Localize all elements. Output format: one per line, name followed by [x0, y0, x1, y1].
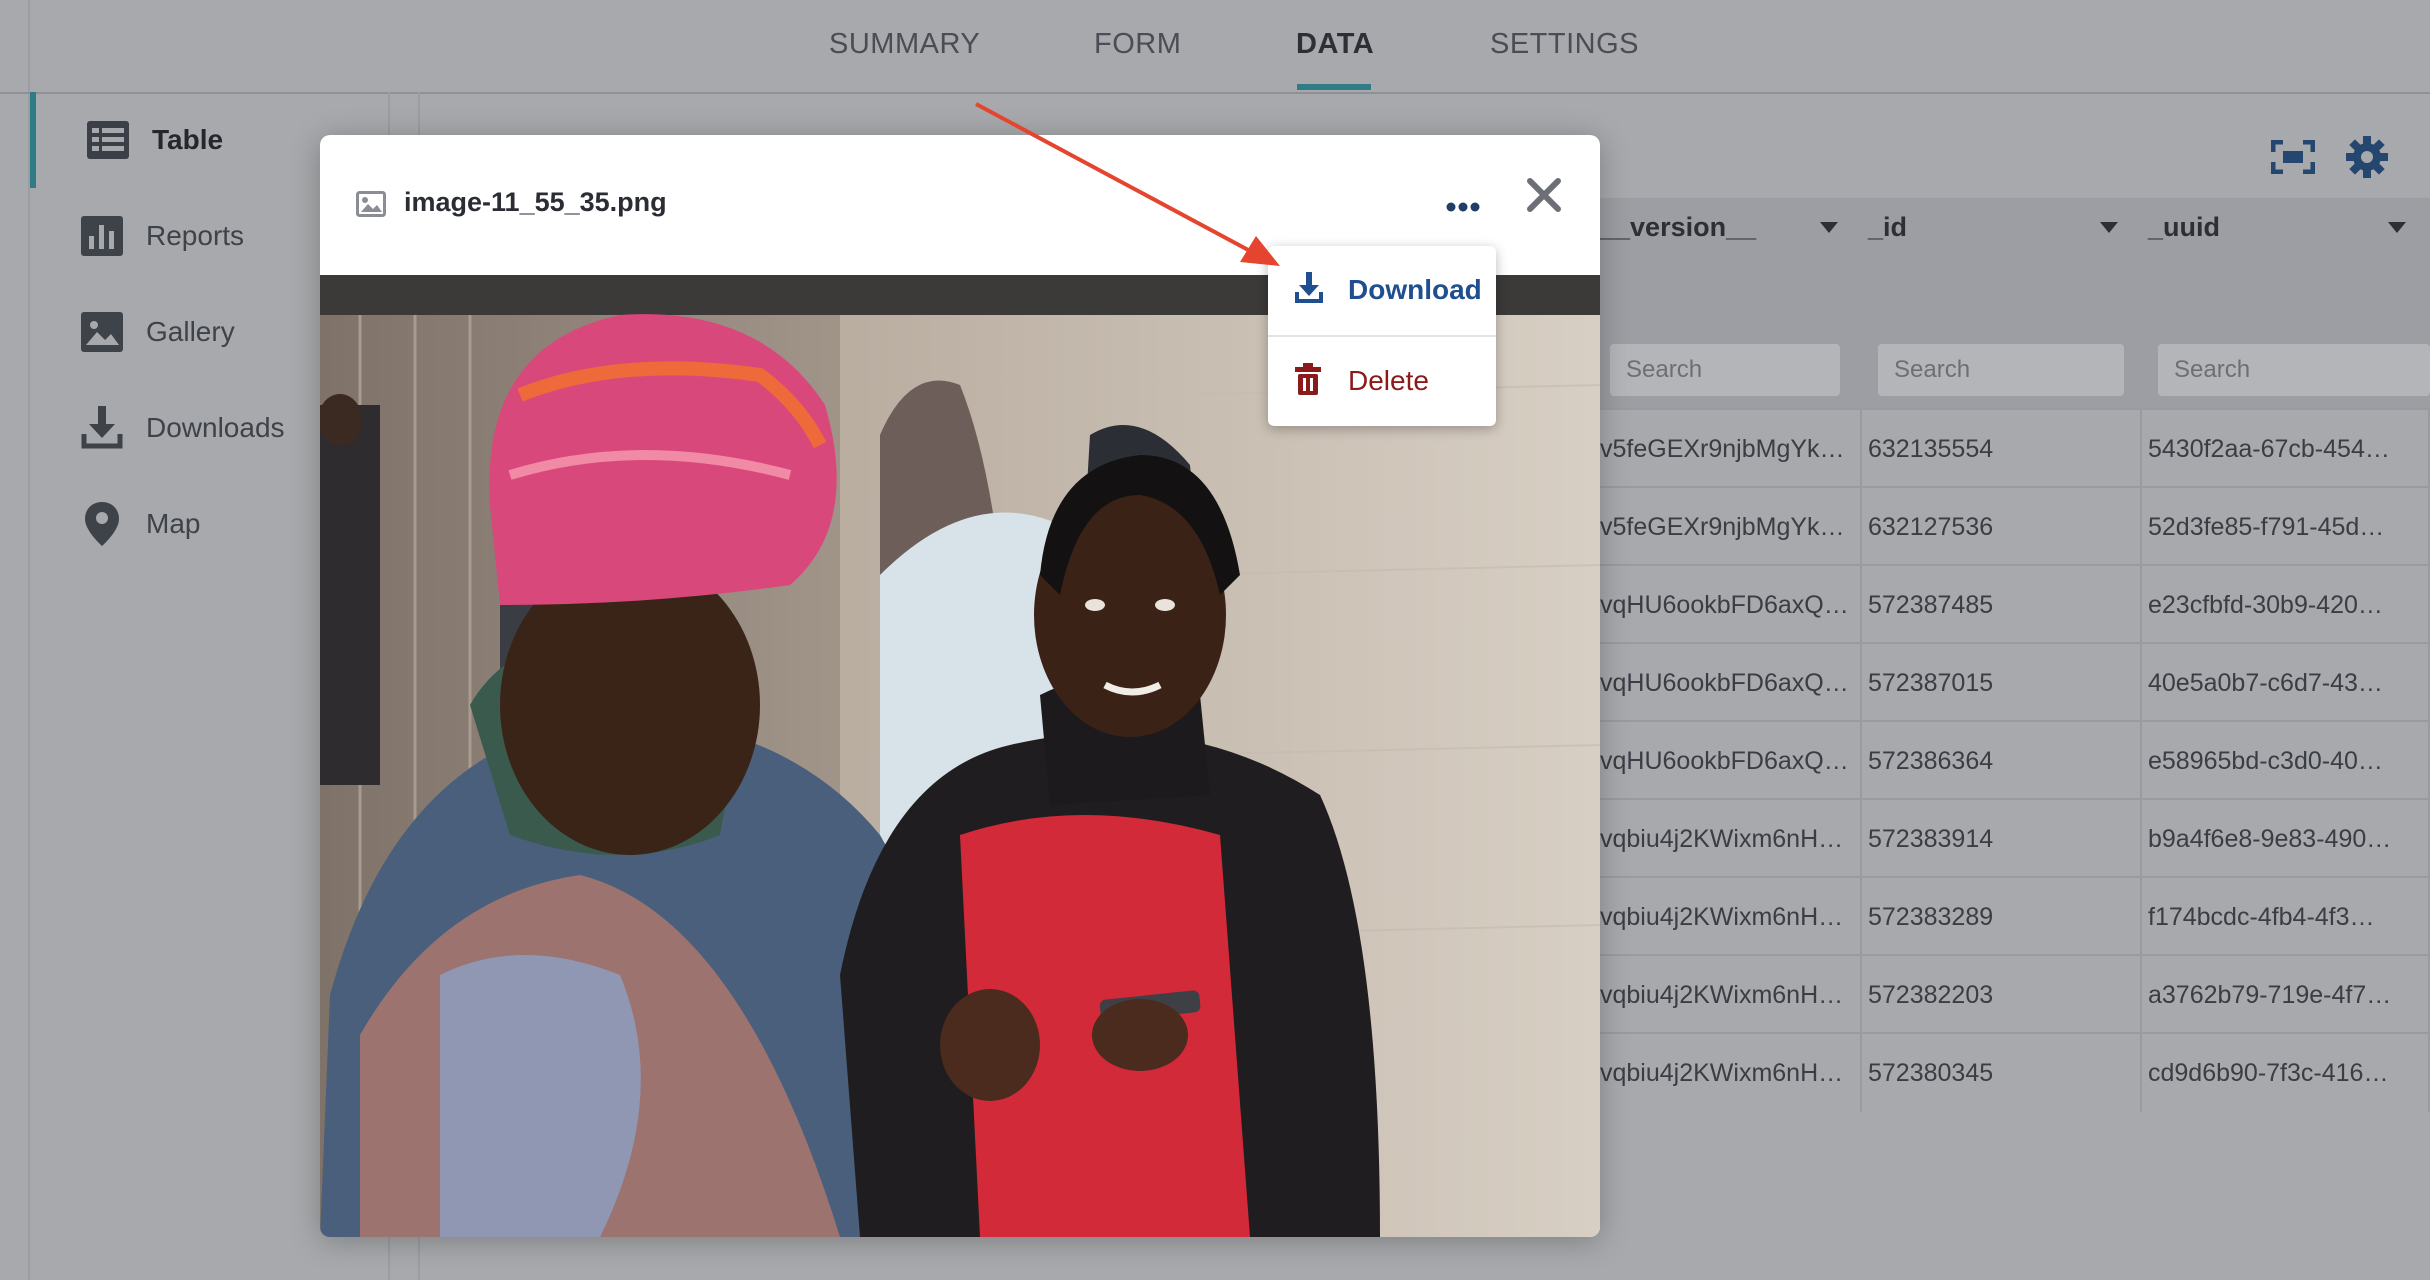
sort-caret-icon[interactable]: [2388, 222, 2406, 233]
table-cell: vqbiu4j2KWixm6nH…: [1594, 800, 1862, 878]
more-horizontal-icon[interactable]: [1446, 199, 1480, 217]
table-cell: 572383289: [1862, 878, 2142, 956]
tab-summary[interactable]: SUMMARY: [829, 28, 980, 61]
table-icon: [86, 118, 130, 162]
table-cell: 572387015: [1862, 644, 2142, 722]
table-cell: 5430f2aa-67cb-454…: [2142, 410, 2430, 488]
tab-data[interactable]: DATA: [1296, 28, 1374, 61]
modal-filename: image-11_55_35.png: [404, 187, 667, 217]
column-header-uuid[interactable]: _uuid Search: [2142, 198, 2430, 408]
table-cell: vqHU6ookbFD6axQ…: [1594, 644, 1862, 722]
image-icon: [80, 310, 124, 354]
column-header-id[interactable]: _id Search: [1862, 198, 2144, 408]
settings-button[interactable]: [2342, 132, 2392, 182]
sidebar-item-label: Downloads: [146, 412, 285, 443]
column-search-input[interactable]: Search: [2158, 344, 2430, 396]
table-cell: 52d3fe85-f791-45d…: [2142, 488, 2430, 566]
gear-icon: [2346, 136, 2388, 178]
sort-caret-icon[interactable]: [2100, 222, 2118, 233]
table-cell: e58965bd-c3d0-40…: [2142, 722, 2430, 800]
table-row[interactable]: vqHU6ookbFD6axQ… 572386364 e58965bd-c3d0-4…: [1594, 720, 2430, 800]
table-cell: 572380345: [1862, 1034, 2142, 1112]
table-cell: 572387485: [1862, 566, 2142, 644]
table-cell: a3762b79-719e-4f7…: [2142, 956, 2430, 1034]
column-name: _id: [1868, 212, 1908, 242]
table-cell: vqbiu4j2KWixm6nH…: [1594, 1034, 1862, 1112]
table-cell: 632135554: [1862, 410, 2142, 488]
table-cell: 572383914: [1862, 800, 2142, 878]
active-tab-indicator: [1297, 84, 1371, 90]
download-icon: [1294, 271, 1324, 309]
fullscreen-button[interactable]: [2268, 132, 2318, 182]
table-cell: v5feGEXr9njbMgYk…: [1594, 488, 1862, 566]
tab-form[interactable]: FORM: [1094, 28, 1181, 61]
image-file-icon: [356, 191, 386, 222]
top-tab-bar: SUMMARY FORM DATA SETTINGS: [0, 0, 2430, 94]
sort-caret-icon[interactable]: [1820, 222, 1838, 233]
table-cell: vqbiu4j2KWixm6nH…: [1594, 956, 1862, 1034]
table-cell: 40e5a0b7-c6d7-43…: [2142, 644, 2430, 722]
tab-settings[interactable]: SETTINGS: [1490, 28, 1639, 61]
column-name: _uuid: [2148, 212, 2220, 242]
menu-item-download[interactable]: Download: [1268, 246, 1496, 334]
fullscreen-icon: [2271, 140, 2315, 174]
table-cell: vqHU6ookbFD6axQ…: [1594, 722, 1862, 800]
table-cell: vqbiu4j2KWixm6nH…: [1594, 878, 1862, 956]
table-cell: vqHU6ookbFD6axQ…: [1594, 566, 1862, 644]
menu-item-label: Delete: [1348, 365, 1429, 396]
sidebar-item-label: Reports: [146, 220, 245, 251]
table-cell: cd9d6b90-7f3c-416…: [2142, 1034, 2430, 1112]
sidebar-item-label: Gallery: [146, 316, 235, 347]
sidebar-item-label: Map: [146, 508, 201, 539]
table-cell: b9a4f6e8-9e83-490…: [2142, 800, 2430, 878]
menu-item-label: Download: [1348, 274, 1482, 305]
table-cell: e23cfbfd-30b9-420…: [2142, 566, 2430, 644]
table-row[interactable]: vqbiu4j2KWixm6nH… 572383289 f174bcdc-4fb4-…: [1594, 876, 2430, 956]
trash-icon: [1294, 362, 1322, 400]
table-row[interactable]: v5feGEXr9njbMgYk… 632127536 52d3fe85-f791-…: [1594, 486, 2430, 566]
table-cell: 572382203: [1862, 956, 2142, 1034]
table-row[interactable]: vqbiu4j2KWixm6nH… 572383914 b9a4f6e8-9e83-…: [1594, 798, 2430, 878]
column-search-input[interactable]: Search: [1610, 344, 1840, 396]
table-row[interactable]: vqHU6ookbFD6axQ… 572387485 e23cfbfd-30b9-4…: [1594, 564, 2430, 644]
map-pin-icon: [80, 502, 124, 546]
bar-chart-icon: [80, 214, 124, 258]
download-icon: [80, 406, 124, 450]
table-cell: 572386364: [1862, 722, 2142, 800]
file-actions-menu: Download Delete: [1268, 246, 1496, 426]
close-icon[interactable]: [1526, 177, 1562, 218]
table-row[interactable]: vqbiu4j2KWixm6nH… 572380345 cd9d6b90-7f3c-…: [1594, 1032, 2430, 1112]
table-row[interactable]: v5feGEXr9njbMgYk… 632135554 5430f2aa-67cb-…: [1594, 408, 2430, 488]
table-row[interactable]: vqHU6ookbFD6axQ… 572387015 40e5a0b7-c6d7-4…: [1594, 642, 2430, 722]
table-cell: 632127536: [1862, 488, 2142, 566]
sidebar-item-label: Table: [152, 124, 224, 155]
table-cell: v5feGEXr9njbMgYk…: [1594, 410, 1862, 488]
table-row[interactable]: vqbiu4j2KWixm6nH… 572382203 a3762b79-719e-…: [1594, 954, 2430, 1034]
menu-item-delete[interactable]: Delete: [1268, 337, 1496, 425]
column-name: __version__: [1600, 212, 1757, 242]
column-search-input[interactable]: Search: [1878, 344, 2124, 396]
column-header-version[interactable]: __version__ Search: [1594, 198, 1864, 408]
table-cell: f174bcdc-4fb4-4f3…: [2142, 878, 2430, 956]
